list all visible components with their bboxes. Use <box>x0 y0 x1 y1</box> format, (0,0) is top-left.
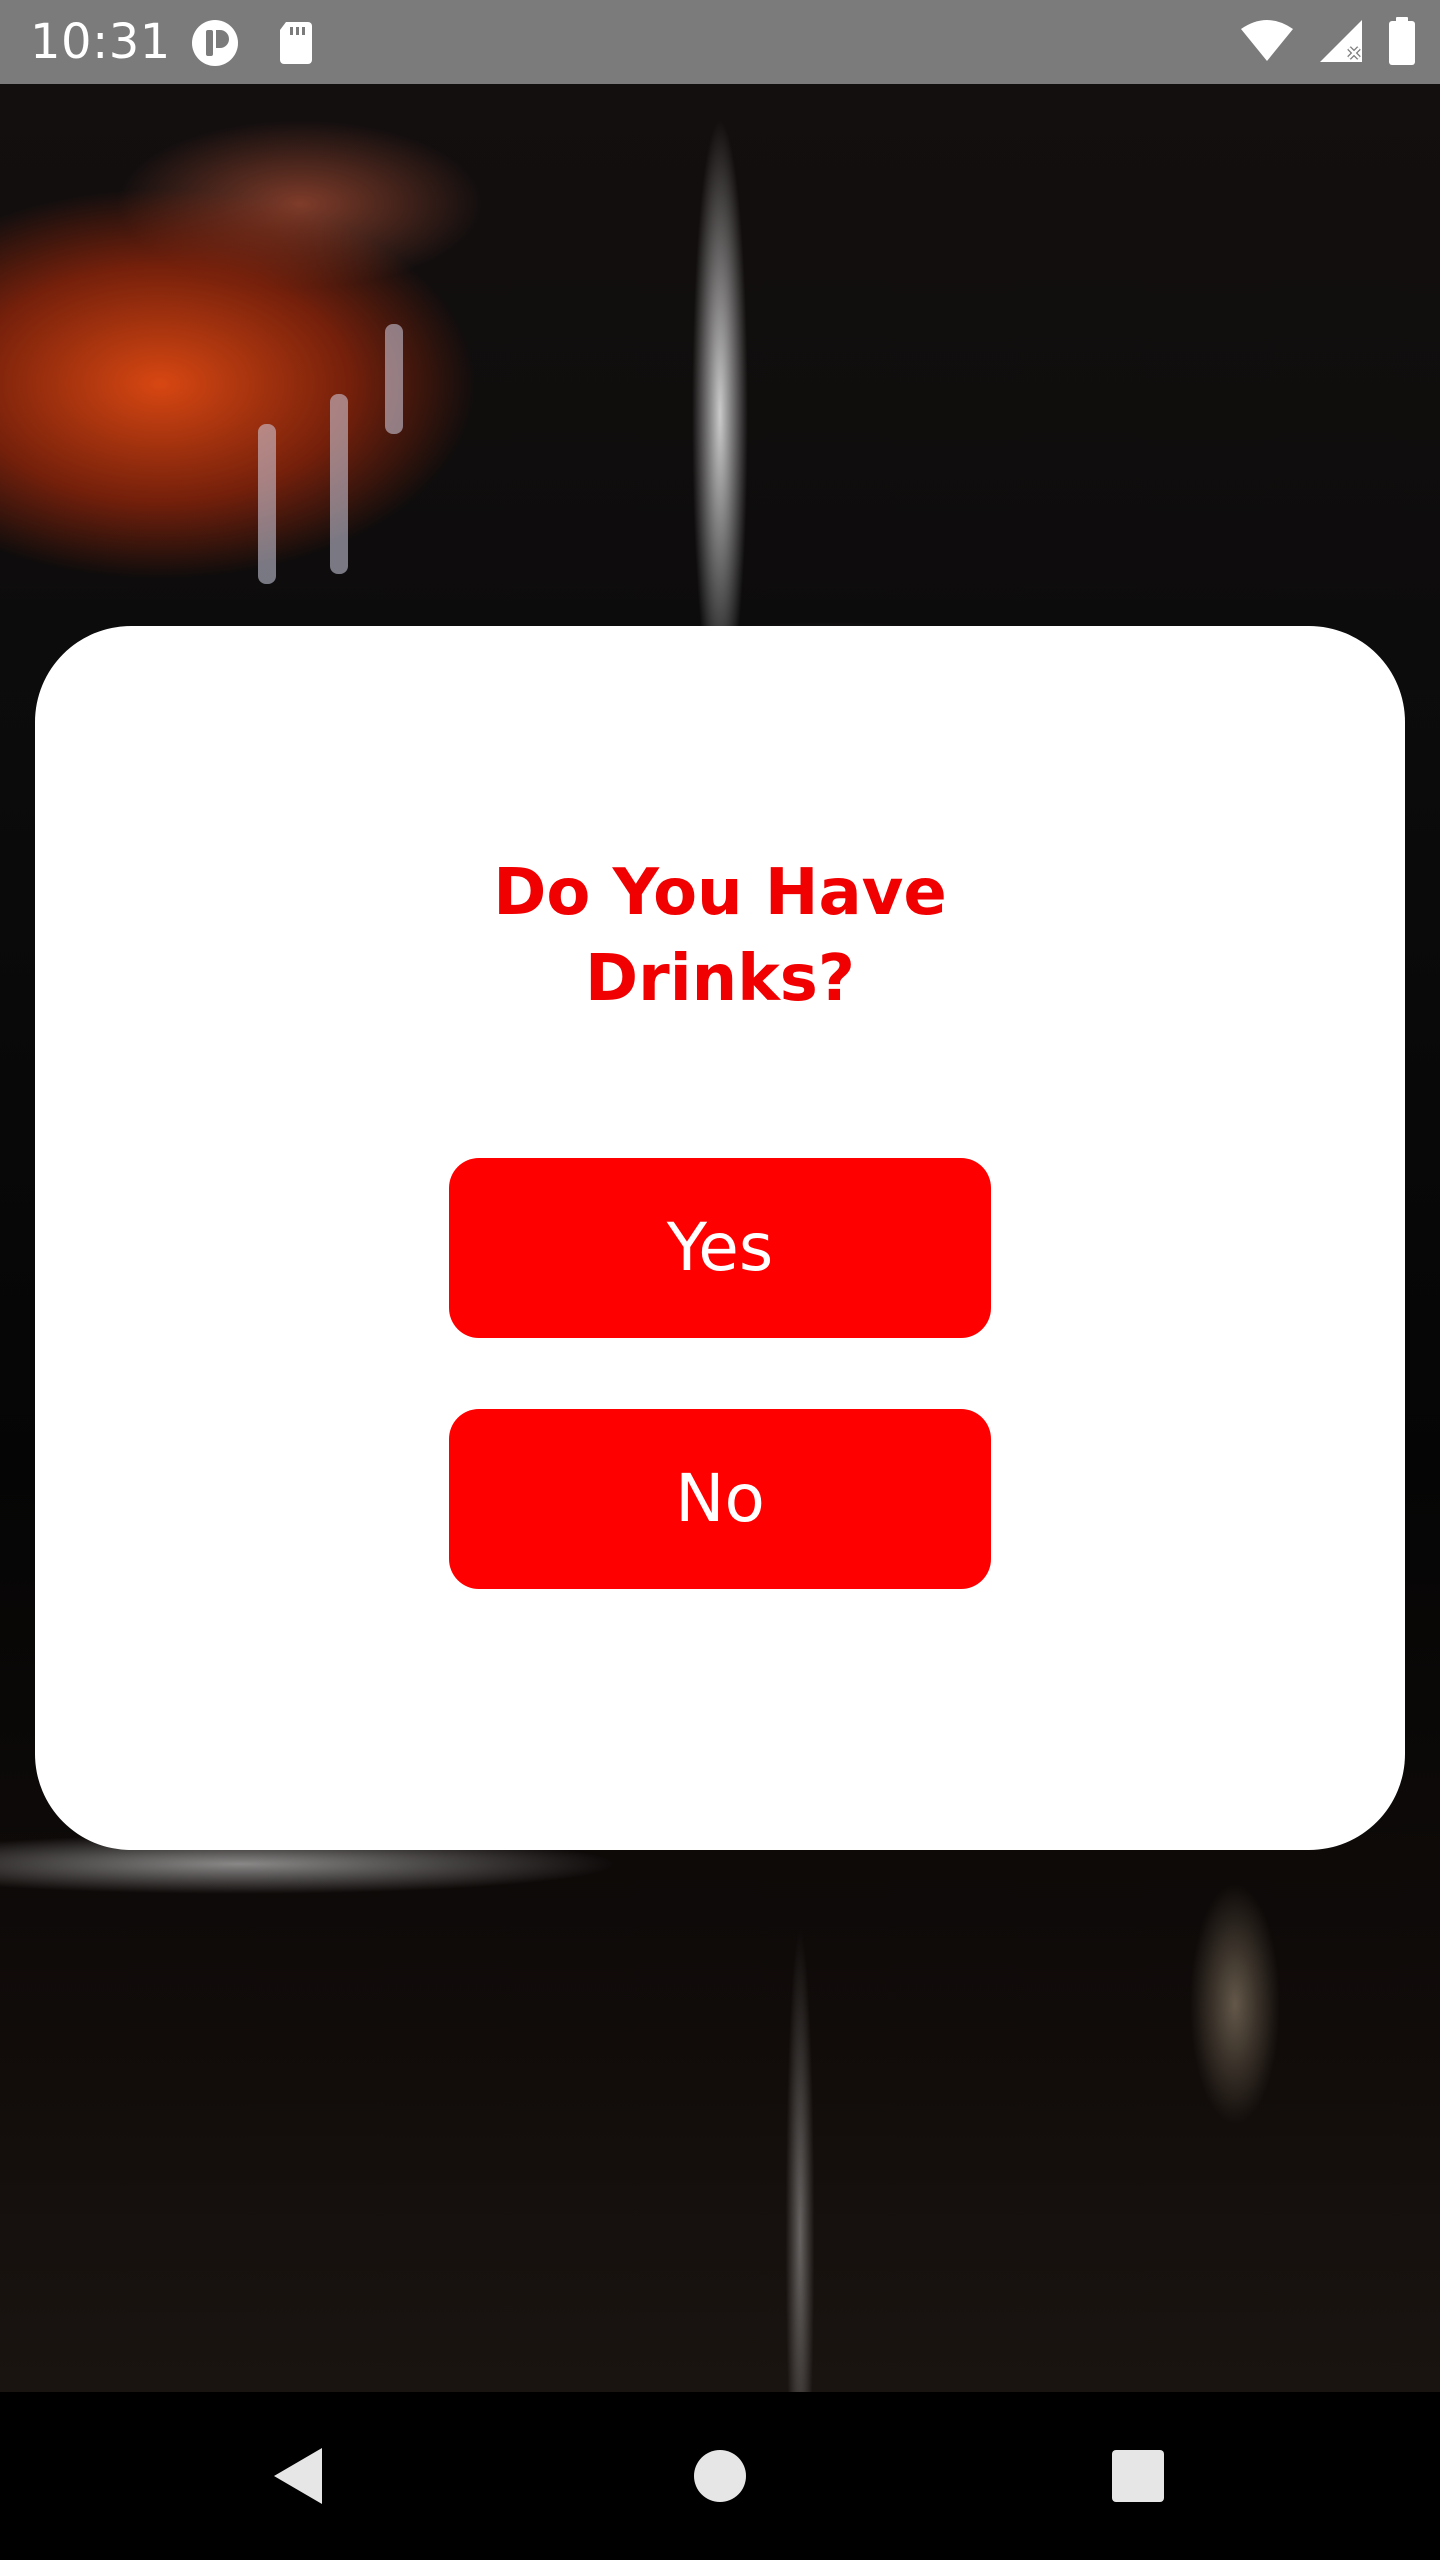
light-streak <box>385 324 403 434</box>
status-right-icons <box>1240 17 1416 69</box>
app-notification-icon <box>190 18 240 68</box>
light-streak <box>330 394 348 574</box>
light-streak <box>258 424 276 584</box>
screen: 10:31 Do You Have Drinks? Yes No <box>0 0 1440 2560</box>
home-icon[interactable] <box>688 2444 752 2508</box>
status-bar: 10:31 <box>0 0 1440 84</box>
recents-icon[interactable] <box>1106 2444 1170 2508</box>
wifi-icon <box>1240 19 1294 67</box>
dialog-title: Do You Have Drinks? <box>493 856 947 1016</box>
navigation-bar <box>0 2392 1440 2560</box>
back-icon[interactable] <box>268 2444 332 2508</box>
battery-icon <box>1388 17 1416 69</box>
no-button[interactable]: No <box>449 1409 991 1589</box>
sd-card-icon <box>272 18 322 68</box>
status-time: 10:31 <box>30 14 171 70</box>
cellular-signal-icon <box>1316 18 1366 68</box>
drinks-dialog: Do You Have Drinks? Yes No <box>35 626 1405 1850</box>
yes-button[interactable]: Yes <box>449 1158 991 1338</box>
